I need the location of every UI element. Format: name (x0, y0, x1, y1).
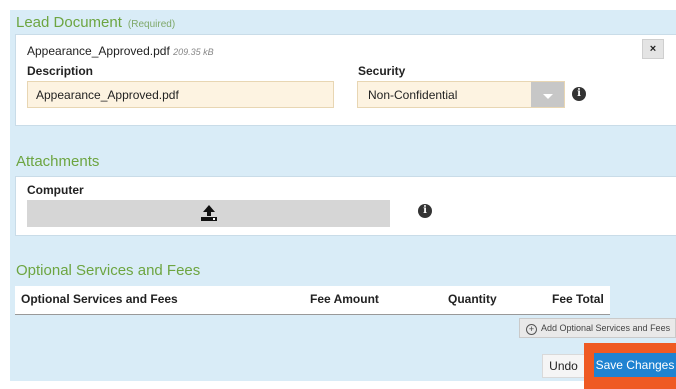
file-size: 209.35 kB (173, 47, 214, 57)
attachments-info-icon[interactable]: i (418, 204, 432, 218)
security-selected-value: Non-Confidential (368, 88, 458, 102)
file-info: Appearance_Approved.pdf 209.35 kB (27, 44, 214, 58)
lead-document-title: Lead Document (Required) (16, 14, 175, 31)
optional-services-title: Optional Services and Fees (16, 262, 201, 279)
chevron-down-icon[interactable] (531, 82, 564, 107)
plus-circle-icon: + (526, 324, 537, 335)
save-changes-button[interactable]: Save Changes (594, 353, 676, 377)
column-header-fee-amount: Fee Amount (304, 286, 442, 315)
column-header-fee-total: Fee Total (546, 286, 610, 315)
close-icon: × (649, 43, 657, 55)
required-note: (Required) (127, 19, 176, 30)
column-header-service: Optional Services and Fees (15, 286, 304, 315)
column-header-quantity: Quantity (442, 286, 546, 315)
lead-document-card: Appearance_Approved.pdf 209.35 kB × Desc… (15, 34, 676, 126)
description-input[interactable]: Appearance_Approved.pdf (27, 81, 334, 108)
upload-dropzone[interactable] (27, 200, 390, 227)
fees-table: Optional Services and Fees Fee Amount Qu… (15, 286, 610, 315)
file-name: Appearance_Approved.pdf (27, 44, 170, 58)
security-label: Security (358, 64, 406, 78)
add-optional-services-label: Add Optional Services and Fees (541, 323, 671, 333)
lead-document-title-text: Lead Document (16, 14, 122, 31)
description-label: Description (27, 64, 94, 78)
computer-label: Computer (27, 183, 84, 197)
attachments-title: Attachments (16, 153, 100, 170)
security-select[interactable]: Non-Confidential (357, 81, 565, 108)
undo-button[interactable]: Undo (542, 354, 585, 378)
upload-icon (201, 205, 217, 221)
attachments-card: Computer i (15, 176, 676, 236)
security-info-icon[interactable]: i (572, 87, 586, 101)
remove-document-button[interactable]: × (642, 39, 664, 59)
fees-table-header-row: Optional Services and Fees Fee Amount Qu… (15, 286, 610, 315)
add-optional-services-button[interactable]: + Add Optional Services and Fees (519, 318, 676, 338)
